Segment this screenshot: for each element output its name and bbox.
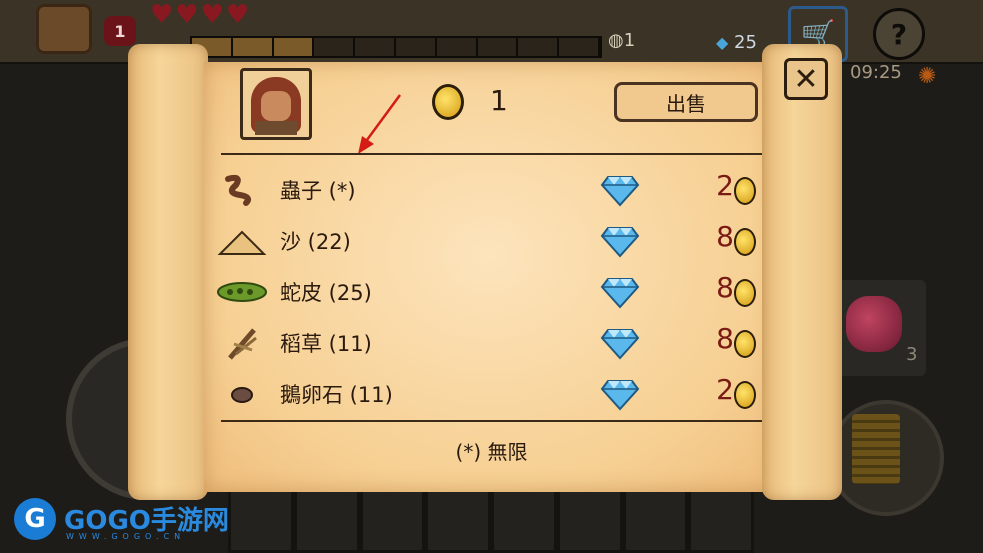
worm-icon — [216, 171, 268, 209]
diamond-icon[interactable] — [600, 375, 640, 413]
gold-coin-icon — [432, 84, 464, 120]
hotbar-slot[interactable] — [293, 488, 360, 553]
stone-count-value: 1 — [623, 30, 636, 51]
gem-icon: ◆ — [716, 33, 729, 52]
item-name: 蟲子 (*) — [280, 179, 356, 203]
sell-button[interactable]: 出售 — [614, 82, 758, 122]
help-button[interactable]: ? — [873, 8, 925, 60]
sell-item-row[interactable]: 蛇皮 (25) 8 — [216, 267, 766, 317]
xp-segment — [518, 38, 560, 56]
hotbar-slot[interactable] — [228, 488, 294, 553]
coin-stack-icon — [852, 414, 900, 484]
gold-coin-icon — [734, 279, 756, 307]
straw-icon — [216, 324, 268, 362]
stone-counter: ◍1 — [608, 30, 636, 51]
hotbar-slot[interactable] — [491, 488, 557, 553]
xp-segment — [478, 38, 519, 56]
item-price: 8 — [716, 271, 734, 304]
scroll-roll-left — [128, 44, 208, 500]
infinite-footnote: (*) 無限 — [455, 440, 528, 464]
money-amount: 1 — [490, 84, 508, 117]
diamond-icon[interactable] — [600, 171, 640, 209]
pebble-icon — [216, 375, 268, 413]
watermark-url: WWW.GOGO.CN — [66, 532, 186, 541]
level-value: 1 — [114, 21, 126, 41]
item-name: 沙 (22) — [280, 230, 351, 254]
xp-segment — [232, 38, 274, 56]
xp-segment — [437, 38, 478, 56]
item-price: 8 — [716, 322, 734, 355]
experience-bar — [190, 36, 602, 58]
hotbar-slot[interactable] — [425, 488, 491, 553]
sell-item-row[interactable]: 稻草 (11) 8 — [216, 318, 766, 368]
hotbar-slot[interactable] — [688, 488, 754, 553]
item-name: 鵝卵石 (11) — [280, 383, 393, 407]
gold-coin-icon — [734, 177, 756, 205]
item-price: 2 — [716, 373, 734, 406]
gold-coin-icon — [734, 330, 756, 358]
health-hearts: ♥♥♥♥ — [150, 0, 252, 30]
list-divider-bottom — [221, 420, 762, 422]
raspberry-icon — [846, 296, 902, 352]
hotbar-slot[interactable] — [622, 488, 689, 553]
inventory-hotbar — [228, 488, 754, 553]
xp-segment — [273, 38, 315, 56]
sell-item-row[interactable]: 蟲子 (*) 2 — [216, 165, 766, 215]
sell-item-row[interactable]: 鵝卵石 (11) 2 — [216, 369, 766, 419]
hotbar-slot[interactable] — [556, 488, 623, 553]
item-name: 蛇皮 (25) — [280, 281, 372, 305]
item-name: 稻草 (11) — [280, 332, 372, 356]
xp-segment — [396, 38, 437, 56]
question-mark-icon: ? — [890, 17, 908, 51]
level-badge: 1 — [104, 16, 136, 46]
pointer-arrow-icon — [358, 94, 402, 154]
xp-segment — [355, 38, 396, 56]
diamond-icon[interactable] — [600, 324, 640, 362]
item-price: 2 — [716, 169, 734, 202]
diamond-icon[interactable] — [600, 222, 640, 260]
sun-icon: ✺ — [918, 64, 937, 89]
character-portrait — [240, 68, 312, 140]
watermark-logo-icon: G — [14, 498, 56, 540]
sell-item-row[interactable]: 沙 (22) 8 — [216, 216, 766, 266]
xp-segment — [314, 38, 356, 56]
backpack-chest-icon[interactable] — [36, 4, 92, 54]
close-button[interactable]: ✕ — [784, 58, 828, 100]
gem-counter: ◆ 25 — [716, 32, 757, 53]
scroll-roll-right — [762, 44, 842, 500]
gold-coin-icon — [734, 228, 756, 256]
item-price: 8 — [716, 220, 734, 253]
game-clock: 09:25 — [850, 62, 902, 83]
snake-skin-icon — [216, 273, 268, 311]
gold-coin-icon — [734, 381, 756, 409]
diamond-icon[interactable] — [600, 273, 640, 311]
list-divider-top — [221, 153, 762, 155]
hotbar-slot[interactable] — [359, 488, 426, 553]
sand-pile-icon — [216, 222, 268, 260]
quick-item-count: 3 — [906, 344, 918, 365]
xp-segment — [559, 38, 600, 56]
gem-count-value: 25 — [734, 32, 757, 53]
